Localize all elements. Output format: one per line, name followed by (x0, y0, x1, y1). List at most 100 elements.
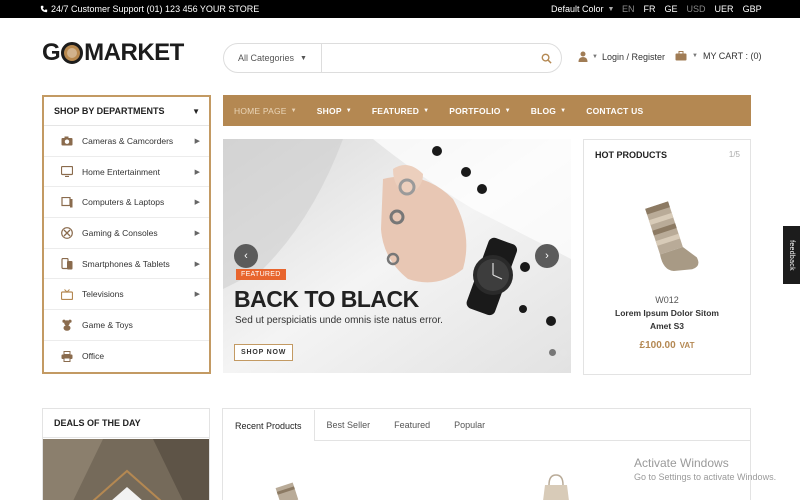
dept-item-office[interactable]: Office (44, 341, 209, 372)
nav-item-shop[interactable]: SHOP ▼ (317, 106, 352, 116)
dept-item-gaming[interactable]: Gaming & Consoles ▶ (44, 218, 209, 249)
nav-item-home[interactable]: HOME PAGE ▼ (234, 106, 297, 116)
departments-header[interactable]: SHOP BY DEPARTMENTS ▼ (44, 97, 209, 126)
gamepad-icon (60, 227, 74, 239)
tab-bar: Recent Products Best Seller Featured Pop… (223, 409, 750, 441)
chevron-down-icon: ▼ (692, 53, 698, 59)
product-thumbnail[interactable] (541, 471, 571, 500)
dept-item-game-toys[interactable]: Game & Toys (44, 310, 209, 341)
account-label: Login / Register (601, 51, 665, 62)
product-thumbnail[interactable] (267, 481, 305, 500)
top-bar: 24/7 Customer Support (01) 123 456 YOUR … (0, 0, 800, 18)
feedback-label: feedback (788, 239, 795, 271)
search-icon (541, 53, 552, 64)
phone-icon (40, 5, 48, 13)
dept-item-home-entertainment[interactable]: Home Entertainment ▶ (44, 157, 209, 188)
dept-label: Gaming & Consoles (82, 227, 158, 238)
slider-prev-button[interactable]: ‹ (234, 244, 258, 268)
support-info: 24/7 Customer Support (01) 123 456 YOUR … (40, 4, 259, 14)
price-value: £100.00 (639, 340, 676, 351)
globe-icon (61, 42, 84, 64)
camera-icon (60, 135, 74, 147)
account-link[interactable]: ▼ Login / Register (578, 51, 665, 62)
deal-image[interactable] (43, 439, 210, 500)
nav-label: CONTACT US (586, 105, 644, 116)
printer-icon (60, 350, 74, 362)
currency-usd[interactable]: USD (687, 4, 706, 14)
chevron-right-icon: ▶ (194, 137, 200, 145)
chevron-down-icon: ▼ (504, 107, 511, 114)
color-select[interactable]: Default Color ▼ (551, 4, 614, 14)
caret-down-icon: ▼ (192, 106, 200, 116)
color-select-label: Default Color (551, 4, 604, 14)
departments-menu: SHOP BY DEPARTMENTS ▼ Cameras & Camcorde… (42, 95, 211, 374)
vat-label: VAT (679, 341, 695, 350)
television-icon (60, 288, 74, 300)
hero-subtitle: Sed ut perspiciatis unde omnis iste natu… (235, 315, 443, 326)
nav-item-portfolio[interactable]: PORTFOLIO ▼ (449, 106, 511, 116)
hot-products-pager: 1/5 (728, 150, 740, 159)
feedback-tab[interactable]: feedback (783, 226, 800, 284)
hero-title: BACK TO BLACK (234, 286, 419, 312)
tab-best-seller[interactable]: Best Seller (315, 409, 383, 440)
nav-label: HOME PAGE (234, 105, 287, 116)
lang-ge[interactable]: GE (665, 4, 678, 14)
nav-item-contact[interactable]: CONTACT US (586, 106, 643, 116)
logo-text-right: MARKET (84, 39, 184, 66)
category-select-label: All Categories (238, 53, 295, 63)
site-logo[interactable]: G MARKET (42, 39, 184, 67)
teddy-bear-icon (60, 319, 74, 331)
product-image[interactable] (634, 195, 704, 285)
featured-badge: FEATURED (236, 269, 286, 280)
search-bar: All Categories ▼ (223, 43, 562, 73)
dept-label: Computers & Laptops (82, 197, 165, 208)
shop-now-button[interactable]: SHOP NOW (234, 344, 294, 361)
dept-item-televisions[interactable]: Televisions ▶ (44, 279, 209, 311)
nav-item-featured[interactable]: FEATURED ▼ (372, 106, 429, 116)
chevron-down-icon: ▼ (592, 53, 598, 60)
currency-uer[interactable]: UER (715, 4, 734, 14)
search-input[interactable] (322, 44, 531, 72)
cart-label: MY CART : (0) (702, 51, 762, 61)
dept-label: Game & Toys (82, 319, 133, 330)
chevron-down-icon: ▼ (300, 54, 307, 62)
briefcase-icon (675, 51, 687, 61)
chevron-down-icon: ▼ (423, 107, 430, 114)
dept-label: Home Entertainment (82, 166, 160, 177)
dept-item-smartphones[interactable]: Smartphones & Tablets ▶ (44, 249, 209, 280)
smartphone-icon (60, 257, 74, 270)
search-button[interactable] (531, 53, 561, 64)
dept-item-cameras[interactable]: Cameras & Camcorders ▶ (44, 126, 209, 157)
tab-recent-products[interactable]: Recent Products (223, 410, 315, 441)
nav-label: BLOG (530, 105, 557, 116)
support-text: 24/7 Customer Support (01) 123 456 YOUR … (51, 4, 260, 14)
lang-en[interactable]: EN (622, 4, 635, 14)
dept-label: Office (82, 351, 105, 362)
category-select[interactable]: All Categories ▼ (224, 44, 322, 72)
chevron-left-icon: ‹ (244, 250, 248, 262)
dept-item-computers[interactable]: Computers & Laptops ▶ (44, 187, 209, 219)
slider-dot[interactable] (560, 349, 567, 356)
currency-gbp[interactable]: GBP (743, 4, 762, 14)
deals-of-the-day: DEALS OF THE DAY (42, 408, 210, 500)
product-code: W012 (655, 295, 679, 305)
chevron-down-icon: ▼ (607, 5, 615, 13)
chevron-right-icon: ▶ (194, 199, 200, 207)
slider-dot[interactable] (549, 349, 556, 356)
chevron-right-icon: ▶ (194, 229, 200, 237)
tab-popular[interactable]: Popular (442, 409, 497, 440)
slider-next-button[interactable]: › (535, 244, 559, 268)
departments-title: SHOP BY DEPARTMENTS (54, 106, 165, 116)
product-name[interactable]: Lorem Ipsum Dolor Sitom Amet S3 (584, 307, 750, 332)
nav-item-blog[interactable]: BLOG ▼ (531, 106, 567, 116)
activation-watermark: Activate Windows Go to Settings to activ… (634, 456, 776, 482)
chevron-right-icon: ▶ (194, 291, 200, 299)
lang-fr[interactable]: FR (644, 4, 656, 14)
product-tabs: Recent Products Best Seller Featured Pop… (222, 408, 751, 500)
hot-products-title: HOT PRODUCTS (595, 150, 667, 160)
cart-link[interactable]: ▼ MY CART : (0) (675, 51, 761, 61)
tab-featured[interactable]: Featured (382, 409, 442, 440)
chevron-right-icon: ▶ (194, 260, 200, 268)
hero-image (223, 139, 571, 373)
watermark-subtitle: Go to Settings to activate Windows. (634, 472, 777, 482)
